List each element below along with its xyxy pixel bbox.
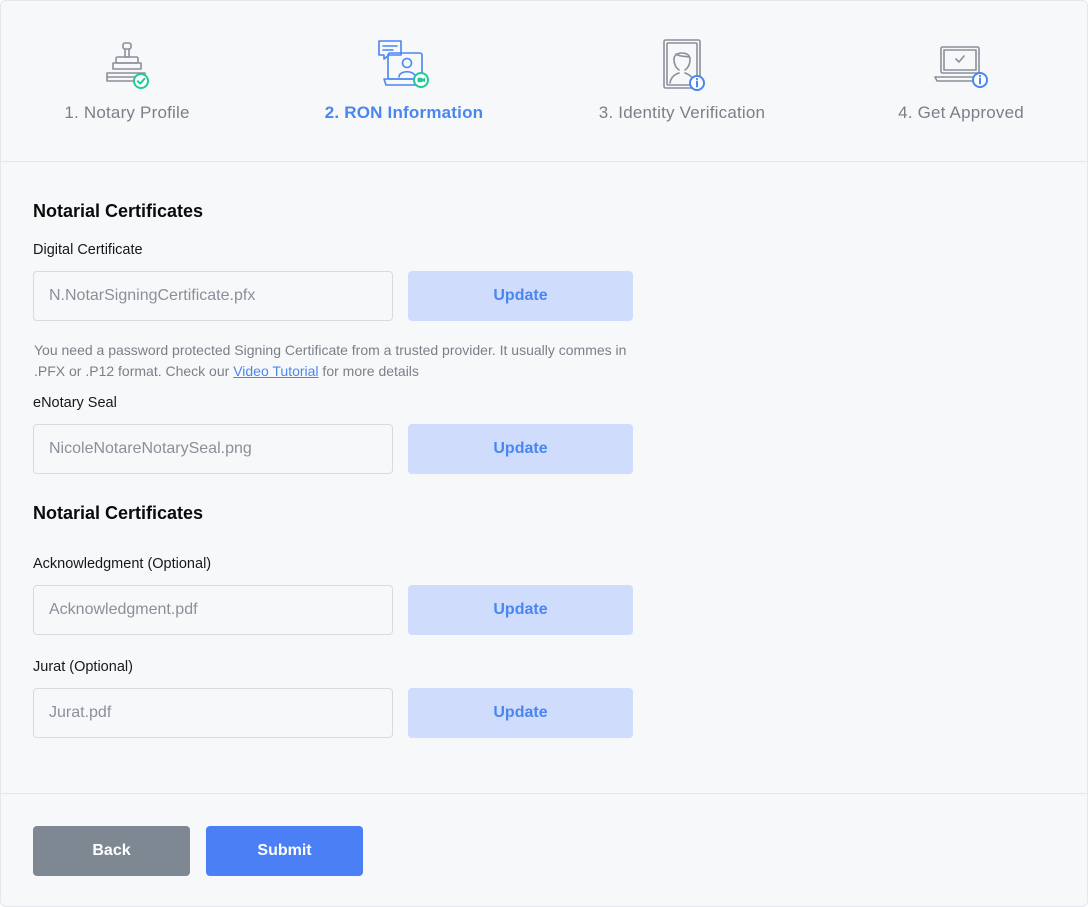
step-label: 4. Get Approved	[898, 103, 1024, 122]
step-label: 1. Notary Profile	[64, 103, 190, 122]
step-identity-verification[interactable]: 3. Identity Verification	[562, 37, 802, 123]
submit-button[interactable]: Submit	[206, 826, 363, 876]
jurat-label: Jurat (Optional)	[33, 659, 133, 675]
section-title-certificates: Notarial Certificates	[33, 201, 204, 221]
help-text-after: for more details	[318, 363, 419, 379]
step-get-approved[interactable]: 4. Get Approved	[841, 37, 1081, 123]
acknowledgment-field[interactable]: Acknowledgment.pdf	[33, 585, 393, 635]
jurat-value: Jurat.pdf	[49, 704, 112, 721]
form-footer: Back Submit	[1, 793, 1087, 906]
acknowledgment-value: Acknowledgment.pdf	[49, 601, 198, 618]
acknowledgment-label: Acknowledgment (Optional)	[33, 556, 212, 572]
digital-certificate-update-button[interactable]: Update	[408, 271, 633, 321]
stepper: 1. Notary Profile 2. RON Information 3. …	[1, 1, 1087, 162]
enotary-seal-value: NicoleNotareNotarySeal.png	[49, 440, 252, 457]
acknowledgment-update-button[interactable]: Update	[408, 585, 633, 635]
onboarding-card: 1. Notary Profile 2. RON Information 3. …	[0, 0, 1088, 907]
laptop-check-icon	[931, 37, 991, 93]
back-button[interactable]: Back	[33, 826, 190, 876]
video-notary-icon	[376, 37, 432, 93]
section-title-templates: Notarial Certificates	[33, 503, 204, 523]
enotary-seal-label: eNotary Seal	[33, 395, 117, 411]
step-notary-profile[interactable]: 1. Notary Profile	[7, 37, 247, 123]
step-ron-information[interactable]: 2. RON Information	[284, 37, 524, 123]
jurat-update-button[interactable]: Update	[408, 688, 633, 738]
digital-certificate-value: N.NotarSigningCertificate.pfx	[49, 287, 256, 304]
notary-stamp-icon	[99, 37, 155, 93]
digital-certificate-label: Digital Certificate	[33, 242, 143, 258]
step-label: 3. Identity Verification	[598, 103, 766, 122]
enotary-seal-field[interactable]: NicoleNotareNotarySeal.png	[33, 424, 393, 474]
id-card-icon	[654, 37, 710, 93]
step-label: 2. RON Information	[324, 103, 484, 122]
video-tutorial-link[interactable]: Video Tutorial	[233, 363, 318, 379]
jurat-field[interactable]: Jurat.pdf	[33, 688, 393, 738]
certificate-help-text: You need a password protected Signing Ce…	[34, 340, 644, 382]
enotary-seal-update-button[interactable]: Update	[408, 424, 633, 474]
digital-certificate-field[interactable]: N.NotarSigningCertificate.pfx	[33, 271, 393, 321]
